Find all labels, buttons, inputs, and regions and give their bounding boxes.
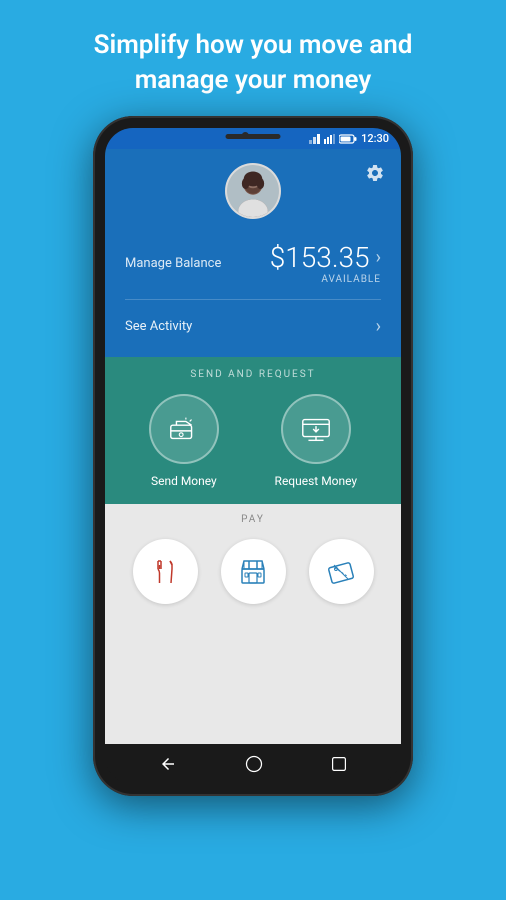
activity-chevron: ›: [376, 316, 381, 337]
balance-amount-row: $153.35 ›: [270, 241, 381, 274]
divider: [125, 299, 381, 300]
request-money-button[interactable]: Request Money: [275, 394, 358, 488]
restaurant-icon: [150, 557, 180, 587]
send-request-title: SEND AND REQUEST: [121, 369, 385, 380]
activity-row[interactable]: See Activity ›: [121, 308, 385, 341]
user-avatar[interactable]: [225, 163, 281, 219]
send-money-label: Send Money: [151, 474, 217, 488]
recent-icon: [331, 756, 347, 772]
pay-store-button[interactable]: [221, 539, 286, 604]
balance-chevron: ›: [376, 247, 381, 268]
manage-balance-label: Manage Balance: [125, 256, 221, 271]
request-money-icon: [299, 412, 333, 446]
send-money-icon-circle: [149, 394, 219, 464]
request-money-label: Request Money: [275, 474, 358, 488]
pay-restaurant-button[interactable]: [133, 539, 198, 604]
balance-available: AVAILABLE: [270, 274, 381, 285]
headline: Simplify how you move and manage your mo…: [54, 0, 453, 116]
actions-row: Send Money: [121, 394, 385, 488]
coupon-icon-circle: [309, 539, 374, 604]
pay-row: [121, 539, 385, 604]
balance-row: Manage Balance $153.35 › AVAILABLE: [121, 235, 385, 291]
pay-section: PAY: [105, 504, 401, 744]
balance-value: $153.35: [270, 241, 370, 274]
send-money-icon: [167, 412, 201, 446]
pay-title: PAY: [121, 514, 385, 525]
phone-camera: [242, 132, 249, 139]
home-icon: [244, 754, 264, 774]
settings-icon[interactable]: [365, 163, 385, 188]
header-area: Manage Balance $153.35 › AVAILABLE See A…: [105, 149, 401, 357]
send-money-button[interactable]: Send Money: [149, 394, 219, 488]
phone-earpiece: [226, 134, 281, 139]
pay-coupon-button[interactable]: [309, 539, 374, 604]
nav-home-button[interactable]: [244, 754, 264, 774]
nav-recent-button[interactable]: [331, 756, 347, 772]
phone: 12:30: [93, 116, 413, 796]
store-icon: [238, 557, 268, 587]
restaurant-icon-circle: [133, 539, 198, 604]
nav-back-button[interactable]: [159, 755, 177, 773]
headline-line2: manage your money: [135, 65, 372, 95]
nav-bar: [105, 744, 401, 784]
lte-icon: [324, 134, 336, 144]
status-time: 12:30: [361, 132, 389, 145]
back-icon: [159, 755, 177, 773]
status-icons: [309, 134, 357, 144]
request-money-icon-circle: [281, 394, 351, 464]
coupon-icon: [326, 557, 356, 587]
gear-svg: [365, 163, 385, 183]
avatar-image: [227, 163, 279, 219]
phone-screen: 12:30: [105, 128, 401, 784]
send-request-section: SEND AND REQUEST: [105, 357, 401, 504]
header-top: [121, 163, 385, 219]
balance-right[interactable]: $153.35 › AVAILABLE: [270, 241, 381, 285]
store-icon-circle: [221, 539, 286, 604]
activity-label: See Activity: [125, 319, 192, 334]
headline-line1: Simplify how you move and: [94, 30, 413, 60]
phone-body: 12:30: [93, 116, 413, 796]
signal-icon: [309, 134, 321, 144]
battery-icon: [339, 134, 357, 144]
